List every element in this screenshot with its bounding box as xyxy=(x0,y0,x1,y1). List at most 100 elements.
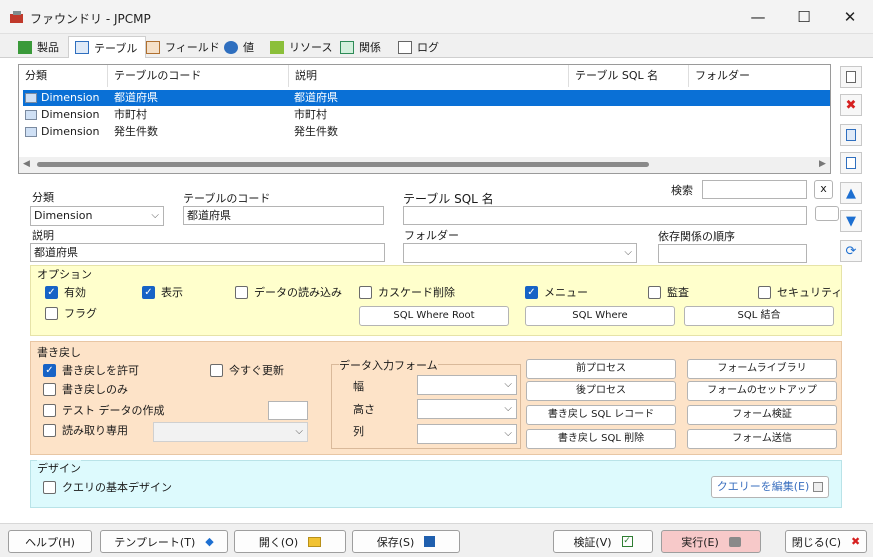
writeback-title: 書き戻し xyxy=(37,344,81,360)
move-down-button[interactable]: ▼ xyxy=(840,210,862,232)
postprocess-button[interactable]: 後プロセス xyxy=(526,381,676,401)
new-button[interactable] xyxy=(840,66,862,88)
code-input[interactable]: 都道府県 xyxy=(183,206,384,225)
window-title: ファウンドリ - JPCMP xyxy=(30,12,151,26)
scroll-left-icon[interactable]: ◀ xyxy=(23,159,30,169)
enabled-checkbox[interactable]: ✓ 有効 xyxy=(45,284,86,300)
cascade-delete-checkbox[interactable]: カスケード削除 xyxy=(359,284,455,300)
copy-button[interactable] xyxy=(840,124,862,146)
allow-writeback-checkbox[interactable]: ✓ 書き戻しを許可 xyxy=(43,362,139,378)
tab-table[interactable]: テーブル xyxy=(68,36,147,58)
table-row[interactable]: Dimension 発生件数 発生件数 xyxy=(23,124,830,140)
column-header-folder[interactable]: フォルダー xyxy=(689,65,830,87)
search-clear-button[interactable]: x xyxy=(814,180,833,199)
new-document-icon xyxy=(846,71,856,83)
readonly-checkbox[interactable]: 読み取り専用 xyxy=(43,422,128,438)
table-row[interactable]: Dimension 都道府県 都道府県 xyxy=(23,90,830,106)
scrollbar-thumb[interactable] xyxy=(37,162,649,167)
width-select[interactable]: ⌵ xyxy=(417,375,517,395)
design-panel: デザイン クエリの基本デザイン クエリーを編集(E) xyxy=(30,460,842,508)
security-checkbox[interactable]: セキュリティ xyxy=(758,284,842,300)
footer-bar: ヘルプ(H) テンプレート(T) ◆ 開く(O) 保存(S) 検証(V) ✓ 実行(… xyxy=(0,523,873,557)
properties-button[interactable] xyxy=(840,152,862,174)
form-library-button[interactable]: フォームライブラリ xyxy=(687,359,837,379)
search-input[interactable] xyxy=(702,180,807,199)
small-button[interactable] xyxy=(815,206,839,221)
column-header-category[interactable]: 分類 xyxy=(19,65,108,87)
preprocess-button[interactable]: 前プロセス xyxy=(526,359,676,379)
writeback-sql-delete-button[interactable]: 書き戻し SQL 削除 xyxy=(526,429,676,449)
tab-log[interactable]: ログ xyxy=(392,36,447,58)
search-label: 検索 xyxy=(671,184,693,197)
copy-icon xyxy=(846,129,856,141)
testdata-count-input[interactable] xyxy=(268,401,308,420)
category-select[interactable]: Dimension ⌵ xyxy=(30,206,164,226)
run-button[interactable]: 実行(E) xyxy=(661,530,761,553)
tab-field[interactable]: フィールド xyxy=(140,36,228,58)
delete-button[interactable]: ✖ xyxy=(840,94,862,116)
query-basic-design-checkbox[interactable]: クエリの基本デザイン xyxy=(43,479,172,495)
maximize-button[interactable]: ☐ xyxy=(781,0,827,34)
edit-query-button[interactable]: クエリーを編集(E) xyxy=(711,476,829,498)
writeback-sql-record-button[interactable]: 書き戻し SQL レコード xyxy=(526,405,676,425)
dimension-icon xyxy=(25,93,37,103)
checkmark-icon: ✓ xyxy=(43,363,56,377)
audit-checkbox[interactable]: 監査 xyxy=(648,284,689,300)
sql-where-root-button[interactable]: SQL Where Root xyxy=(359,306,509,326)
open-button[interactable]: 開く(O) xyxy=(234,530,346,553)
readonly-select[interactable]: ⌵ xyxy=(153,422,308,442)
cell-description: 都道府県 xyxy=(294,91,338,104)
column-header-sql-name[interactable]: テーブル SQL 名 xyxy=(569,65,689,87)
close-button[interactable]: 閉じる(C) ✖ xyxy=(785,530,867,553)
column-header-description[interactable]: 説明 xyxy=(289,65,569,87)
writeback-panel: 書き戻し ✓ 書き戻しを許可 今すぐ更新 書き戻しのみ テスト データの作成 読み… xyxy=(30,341,842,455)
column-header-code[interactable]: テーブルのコード xyxy=(108,65,289,87)
height-label: 高さ xyxy=(353,403,375,416)
save-button[interactable]: 保存(S) xyxy=(352,530,460,553)
create-testdata-checkbox[interactable]: テスト データの作成 xyxy=(43,402,165,418)
scroll-right-icon[interactable]: ▶ xyxy=(819,159,826,169)
folder-icon xyxy=(308,536,322,547)
sql-where-button[interactable]: SQL Where xyxy=(525,306,675,326)
column-select[interactable]: ⌵ xyxy=(417,424,517,444)
form-setup-button[interactable]: フォームのセットアップ xyxy=(687,381,837,401)
width-label: 幅 xyxy=(353,380,364,393)
close-window-button[interactable]: ✕ xyxy=(827,0,873,34)
folder-label: フォルダー xyxy=(404,229,459,242)
verify-button[interactable]: 検証(V) ✓ xyxy=(553,530,653,553)
update-now-checkbox[interactable]: 今すぐ更新 xyxy=(210,362,284,378)
tab-value[interactable]: 値 xyxy=(218,36,262,58)
dataload-checkbox[interactable]: データの読み込み xyxy=(235,284,342,300)
chevron-down-icon: ⌵ xyxy=(504,379,512,390)
chevron-up-icon: ▲ xyxy=(846,185,856,201)
sql-join-button[interactable]: SQL 結合 xyxy=(684,306,834,326)
flag-checkbox[interactable]: フラグ xyxy=(45,305,97,321)
design-title: デザイン xyxy=(37,460,81,476)
tab-product[interactable]: 製品 xyxy=(12,36,67,58)
dependency-order-input[interactable] xyxy=(658,244,807,263)
table-grid[interactable]: 分類 テーブルのコード 説明 テーブル SQL 名 フォルダー Dimensio… xyxy=(18,64,831,174)
refresh-button[interactable]: ⟳ xyxy=(840,240,862,262)
cell-code: 都道府県 xyxy=(114,91,158,104)
height-select[interactable]: ⌵ xyxy=(417,399,517,419)
help-button[interactable]: ヘルプ(H) xyxy=(8,530,92,553)
query-icon xyxy=(813,482,824,492)
move-up-button[interactable]: ▲ xyxy=(840,182,862,204)
display-checkbox[interactable]: ✓ 表示 xyxy=(142,284,183,300)
code-label: テーブルのコード xyxy=(183,192,271,205)
minimize-button[interactable]: — xyxy=(735,0,781,34)
description-input[interactable]: 都道府県 xyxy=(30,243,385,262)
template-button[interactable]: テンプレート(T) ◆ xyxy=(100,530,228,553)
table-row[interactable]: Dimension 市町村 市町村 xyxy=(23,107,830,123)
template-icon: ◆ xyxy=(205,535,214,548)
tab-relation[interactable]: 関係 xyxy=(334,36,389,58)
cell-code: 市町村 xyxy=(114,108,147,121)
menu-checkbox[interactable]: ✓ メニュー xyxy=(525,284,588,300)
writeback-only-checkbox[interactable]: 書き戻しのみ xyxy=(43,381,128,397)
form-verify-button[interactable]: フォーム検証 xyxy=(687,405,837,425)
sqlname-input[interactable] xyxy=(403,206,807,225)
folder-select[interactable]: ⌵ xyxy=(403,243,637,263)
tab-resource[interactable]: リソース xyxy=(264,36,340,58)
category-label: 分類 xyxy=(32,191,54,204)
form-send-button[interactable]: フォーム送信 xyxy=(687,429,837,449)
